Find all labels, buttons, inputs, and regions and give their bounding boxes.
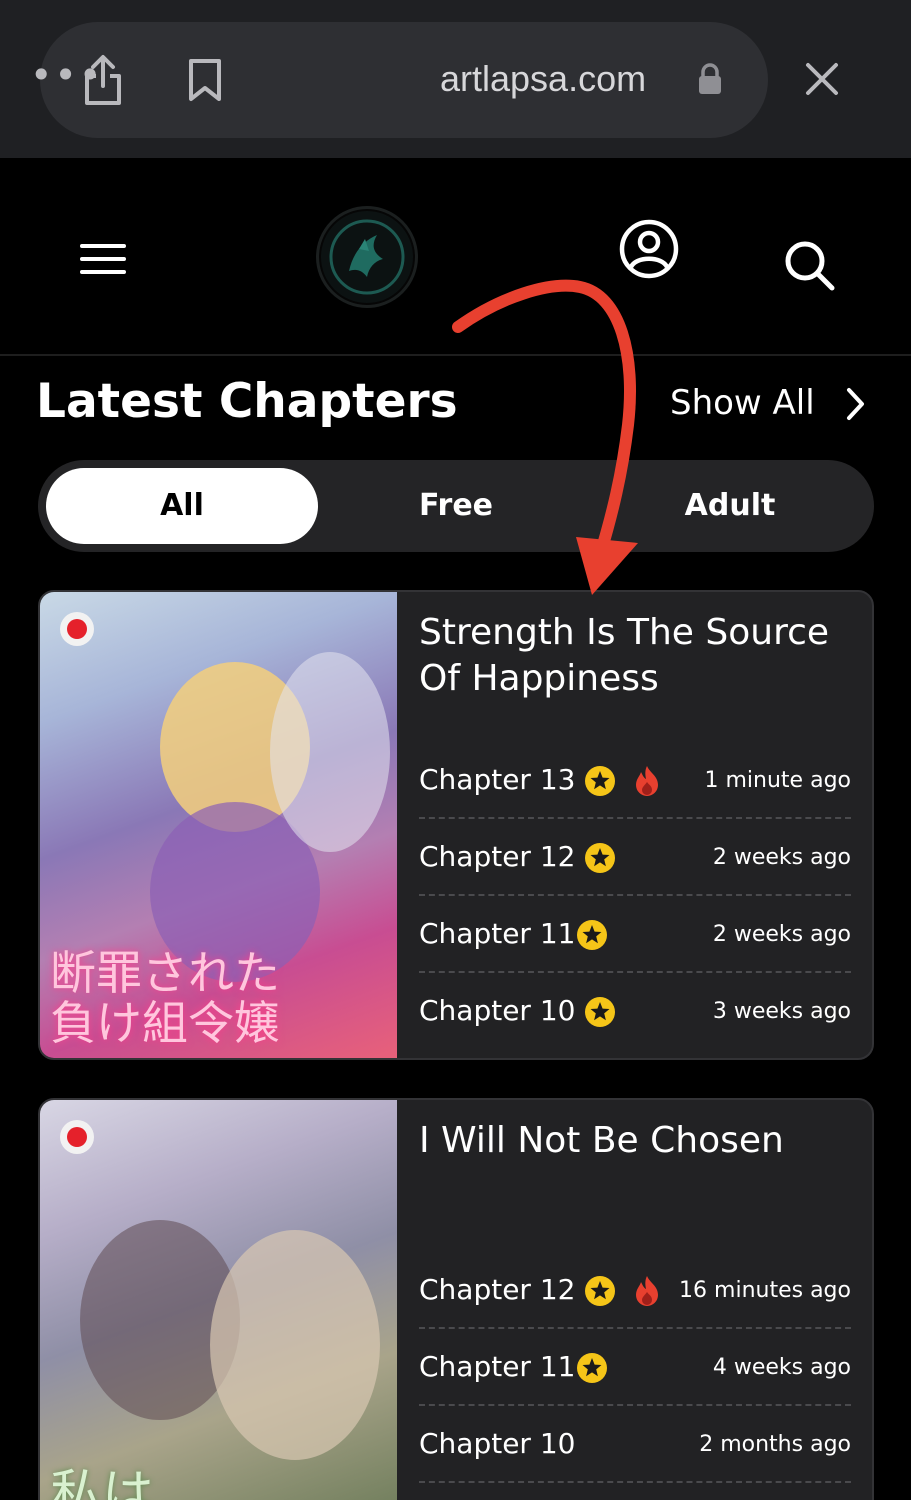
section-title: Latest Chapters [36,374,458,429]
search-icon[interactable] [782,238,836,292]
star-icon [585,766,615,796]
chapter-row[interactable]: Chapter 11 4 weeks ago [419,1329,851,1406]
chevron-right-icon[interactable] [842,385,868,423]
chapter-time: 4 weeks ago [712,1355,851,1380]
site-logo[interactable] [316,206,418,308]
cover-art-shape [210,1230,380,1460]
chapter-label[interactable]: Chapter 10 [419,1426,575,1462]
chapter-label[interactable]: Chapter 10 [419,993,575,1029]
fire-icon [636,1276,658,1306]
site-header [0,158,911,356]
star-icon [585,1276,615,1306]
chapter-time: 1 minute ago [704,768,851,793]
cover-art-shape [270,652,390,852]
chapter-row[interactable]: Chapter 10 3 weeks ago [419,973,851,1050]
chapter-label[interactable]: Chapter 13 [419,762,575,798]
status-dot-icon [60,612,94,646]
star-icon [585,997,615,1027]
browser-toolbar: ••• artlapsa.com [0,0,911,158]
star-icon [585,843,615,873]
chapter-time: 2 weeks ago [712,922,851,947]
url-text[interactable]: artlapsa.com [440,56,646,102]
chapter-time: 2 months ago [699,1432,851,1457]
cover-art-title: 断罪された 負け組令嬢 [50,946,280,1050]
fire-icon [636,766,658,796]
lock-icon [699,63,721,94]
chapter-row[interactable]: Chapter 11 2 weeks ago [419,896,851,973]
cover-art-title: 私は [50,1465,155,1500]
chapter-label[interactable]: Chapter 11 [419,1349,575,1385]
tab-adult[interactable]: Adult [594,468,866,544]
star-icon [577,920,607,950]
logo-emblem-icon [329,219,405,295]
series-cover-image[interactable]: 断罪された 負け組令嬢 [40,592,397,1058]
series-title[interactable]: Strength Is The Source Of Happiness [419,610,859,702]
chapter-time: 2 weeks ago [712,845,851,870]
close-icon[interactable] [803,60,841,98]
chapter-row[interactable]: Chapter 13 1 minute ago [419,742,851,819]
chapter-row[interactable]: Chapter 10 2 months ago [419,1406,851,1483]
chapter-label[interactable]: Chapter 12 [419,839,575,875]
chapter-time: 16 minutes ago [679,1278,851,1303]
chapter-label[interactable]: Chapter 12 [419,1272,575,1308]
tab-free[interactable]: Free [320,468,592,544]
category-tabs: All Free Adult [38,460,874,552]
series-card[interactable]: 私は I Will Not Be Chosen Chapter 12 16 mi… [38,1098,874,1500]
address-bar[interactable] [40,22,768,138]
tab-all[interactable]: All [46,468,318,544]
series-cover-image[interactable]: 私は [40,1100,397,1500]
status-dot-icon [60,1120,94,1154]
share-icon[interactable] [82,54,124,106]
star-icon [577,1353,607,1383]
bookmark-icon[interactable] [186,58,224,102]
chapter-label[interactable]: Chapter 11 [419,916,575,952]
series-card[interactable]: 断罪された 負け組令嬢 Strength Is The Source Of Hap… [38,590,874,1060]
user-account-icon[interactable] [618,218,680,280]
chapter-time: 3 weeks ago [712,999,851,1024]
show-all-link[interactable]: Show All [670,380,815,426]
chapter-row[interactable]: Chapter 12 2 weeks ago [419,819,851,896]
series-title[interactable]: I Will Not Be Chosen [419,1118,859,1164]
hamburger-menu-icon[interactable] [80,242,126,276]
chapter-row[interactable]: Chapter 12 16 minutes ago [419,1252,851,1329]
